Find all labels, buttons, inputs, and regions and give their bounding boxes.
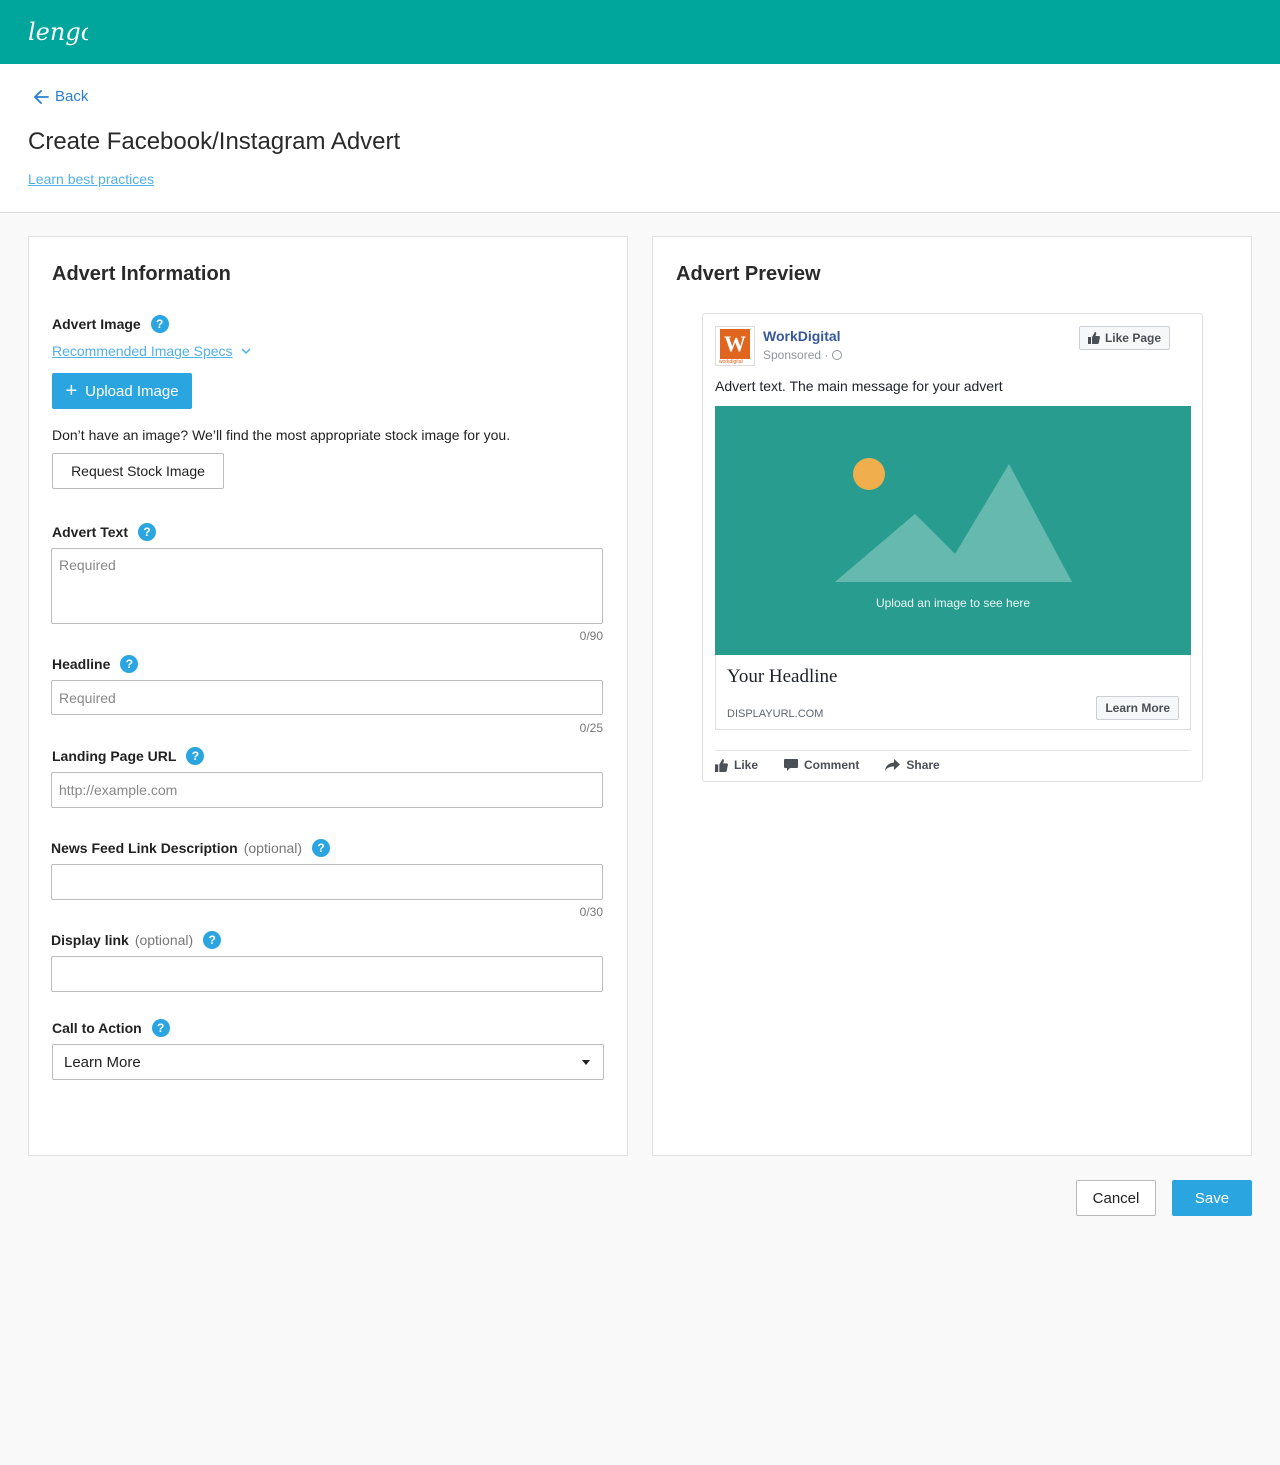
arrow-left-icon	[34, 89, 49, 104]
advert-text-label: Advert Text ?	[52, 523, 156, 541]
page-avatar: W workdigital	[715, 326, 755, 366]
image-placeholder-caption: Upload an image to see here	[875, 596, 1031, 610]
globe-icon	[832, 350, 843, 360]
page-title: Create Facebook/Instagram Advert	[28, 128, 401, 155]
news-feed-description-input[interactable]	[51, 864, 603, 900]
help-icon[interactable]: ?	[151, 1019, 170, 1037]
learn-best-practices-link[interactable]: Learn best practices	[28, 171, 154, 187]
landing-page-url-label: Landing Page URL ?	[52, 747, 205, 765]
preview-advert-text: Advert text. The main message for your a…	[715, 378, 1003, 394]
news-feed-description-counter: 0/30	[579, 905, 603, 919]
preview-headline: Your Headline	[727, 666, 838, 687]
advert-text-input[interactable]	[51, 548, 603, 624]
request-stock-image-button[interactable]: Request Stock Image	[52, 453, 224, 489]
advert-information-title: Advert Information	[52, 263, 231, 285]
thumbs-up-icon	[1087, 332, 1100, 344]
comment-icon	[784, 758, 799, 771]
page-avatar-caption: workdigital	[719, 359, 743, 365]
page-header: Back Create Facebook/Instagram Advert Le…	[0, 64, 1280, 213]
svg-text:lengo: lengo	[28, 18, 88, 46]
page-name: WorkDigital	[763, 328, 841, 344]
lengo-logo[interactable]: lengo	[28, 12, 88, 54]
chevron-down-icon	[241, 347, 251, 354]
upload-image-button[interactable]: + Upload Image	[52, 373, 192, 409]
advert-information-panel: Advert Information Advert Image ? Recomm…	[28, 236, 628, 1156]
save-button[interactable]: Save	[1172, 1180, 1252, 1216]
advert-preview-title: Advert Preview	[676, 263, 821, 285]
advert-image-label: Advert Image ?	[52, 315, 169, 333]
stock-image-note: Don’t have an image? We’ll find the most…	[52, 427, 511, 443]
help-icon[interactable]: ?	[150, 315, 169, 333]
news-feed-description-label: News Feed Link Description (optional) ?	[51, 839, 331, 857]
headline-input[interactable]	[51, 680, 603, 715]
help-icon[interactable]: ?	[120, 655, 139, 673]
preview-actions: Like Comment Share	[715, 758, 940, 772]
preview-display-url: DISPLAYURL.COM	[727, 708, 824, 720]
caret-down-icon	[582, 1060, 590, 1065]
share-action[interactable]: Share	[885, 758, 940, 772]
comment-action[interactable]: Comment	[784, 758, 859, 772]
call-to-action-select[interactable]: Learn More	[52, 1044, 604, 1080]
facebook-ad-preview-card: W workdigital WorkDigital Sponsored · Li…	[702, 313, 1203, 782]
like-action[interactable]: Like	[715, 758, 758, 772]
help-icon[interactable]: ?	[312, 839, 331, 857]
headline-label: Headline ?	[52, 655, 139, 673]
cancel-button[interactable]: Cancel	[1076, 1180, 1156, 1216]
help-icon[interactable]: ?	[186, 747, 205, 765]
page-avatar-letter: W	[720, 329, 750, 359]
divider	[715, 750, 1191, 751]
sponsored-label: Sponsored ·	[763, 348, 843, 362]
thumbs-up-icon	[715, 758, 728, 772]
plus-icon: +	[65, 380, 78, 402]
advert-text-counter: 0/90	[579, 629, 603, 643]
image-placeholder: Upload an image to see here	[715, 406, 1191, 655]
link-preview: Your Headline DISPLAYURL.COM Learn More	[715, 655, 1191, 730]
advert-preview-panel: Advert Preview W workdigital WorkDigital…	[652, 236, 1252, 1156]
display-link-input[interactable]	[51, 956, 603, 992]
headline-counter: 0/25	[579, 721, 603, 735]
preview-cta-button[interactable]: Learn More	[1096, 696, 1179, 720]
landing-page-url-input[interactable]	[51, 772, 603, 808]
back-link[interactable]: Back	[33, 88, 88, 105]
back-label: Back	[55, 88, 89, 105]
recommended-image-specs-link[interactable]: Recommended Image Specs	[52, 343, 251, 359]
top-bar: lengo	[0, 0, 1280, 64]
share-icon	[885, 759, 901, 771]
help-icon[interactable]: ?	[137, 523, 156, 541]
image-placeholder-icon	[835, 458, 1072, 582]
display-link-label: Display link (optional) ?	[51, 931, 222, 949]
like-page-button[interactable]: Like Page	[1078, 326, 1170, 350]
help-icon[interactable]: ?	[203, 931, 222, 949]
call-to-action-label: Call to Action ?	[52, 1019, 170, 1037]
